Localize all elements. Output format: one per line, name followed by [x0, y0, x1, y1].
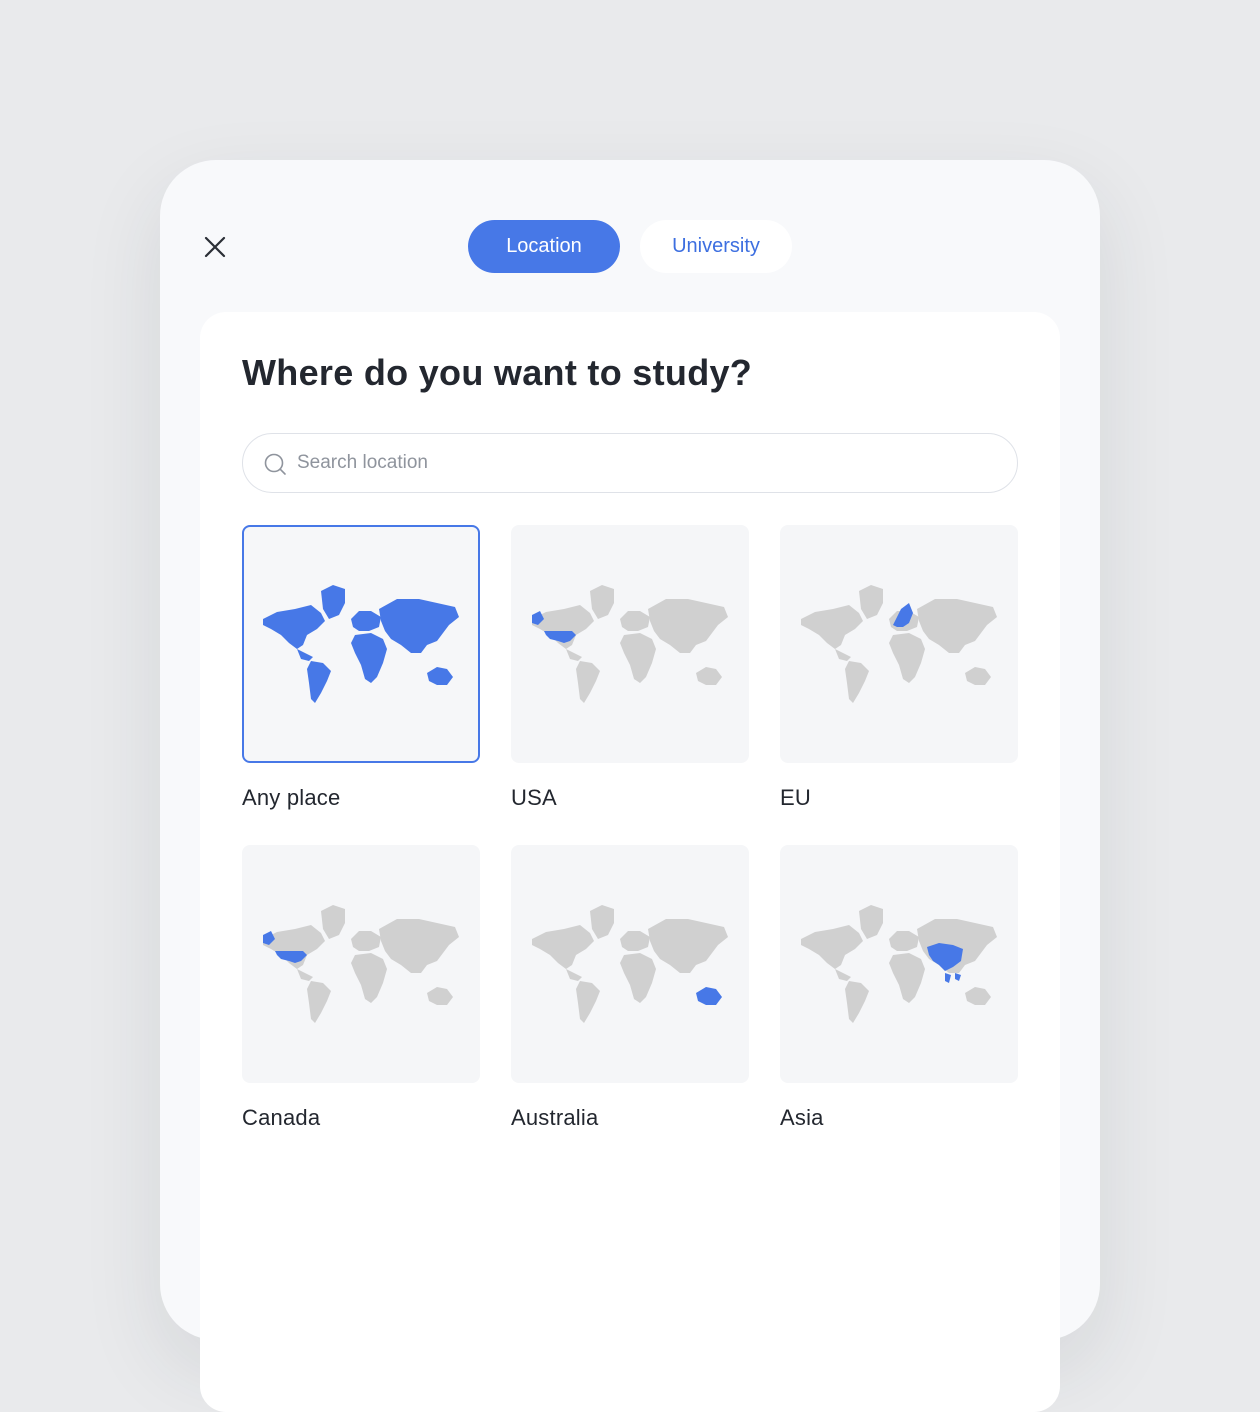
asia-map-icon — [801, 905, 997, 1023]
location-label: Canada — [242, 1105, 321, 1130]
location-option-canada[interactable]: Canada — [242, 845, 480, 1131]
location-label: USA — [511, 785, 557, 810]
world-map-icon — [263, 585, 459, 703]
modal-panel: Location University Where do you want to… — [160, 160, 1100, 1412]
close-button[interactable] — [198, 230, 232, 264]
location-card: Where do you want to study? Search locat… — [200, 312, 1060, 1412]
canada-map-icon — [263, 905, 459, 1023]
usa-map-icon — [532, 585, 728, 703]
world-map-thumbnail — [242, 845, 480, 1083]
close-icon — [204, 236, 226, 258]
location-option-usa[interactable]: USA — [511, 525, 749, 811]
world-map-thumbnail — [511, 845, 749, 1083]
location-option-australia[interactable]: Australia — [511, 845, 749, 1131]
eu-map-icon — [801, 585, 997, 703]
search-icon — [264, 453, 286, 475]
search-input[interactable] — [297, 434, 997, 491]
tab-location[interactable]: Location — [468, 220, 620, 273]
world-map-thumbnail — [511, 525, 749, 763]
world-map-thumbnail — [780, 525, 1018, 763]
world-map-thumbnail — [242, 525, 480, 763]
location-option-any-place[interactable]: Any place — [242, 525, 480, 811]
australia-map-icon — [532, 905, 728, 1023]
location-label: Asia — [780, 1105, 824, 1130]
tab-university[interactable]: University — [640, 220, 792, 273]
location-option-eu[interactable]: EU — [780, 525, 1018, 811]
location-label: Australia — [511, 1105, 599, 1130]
location-option-asia[interactable]: Asia — [780, 845, 1018, 1131]
search-bar — [242, 433, 1018, 493]
location-label: Any place — [242, 785, 341, 810]
page-title: Where do you want to study? — [242, 352, 753, 393]
tab-bar: Location University — [468, 220, 792, 273]
location-label: EU — [780, 785, 811, 810]
world-map-thumbnail — [780, 845, 1018, 1083]
